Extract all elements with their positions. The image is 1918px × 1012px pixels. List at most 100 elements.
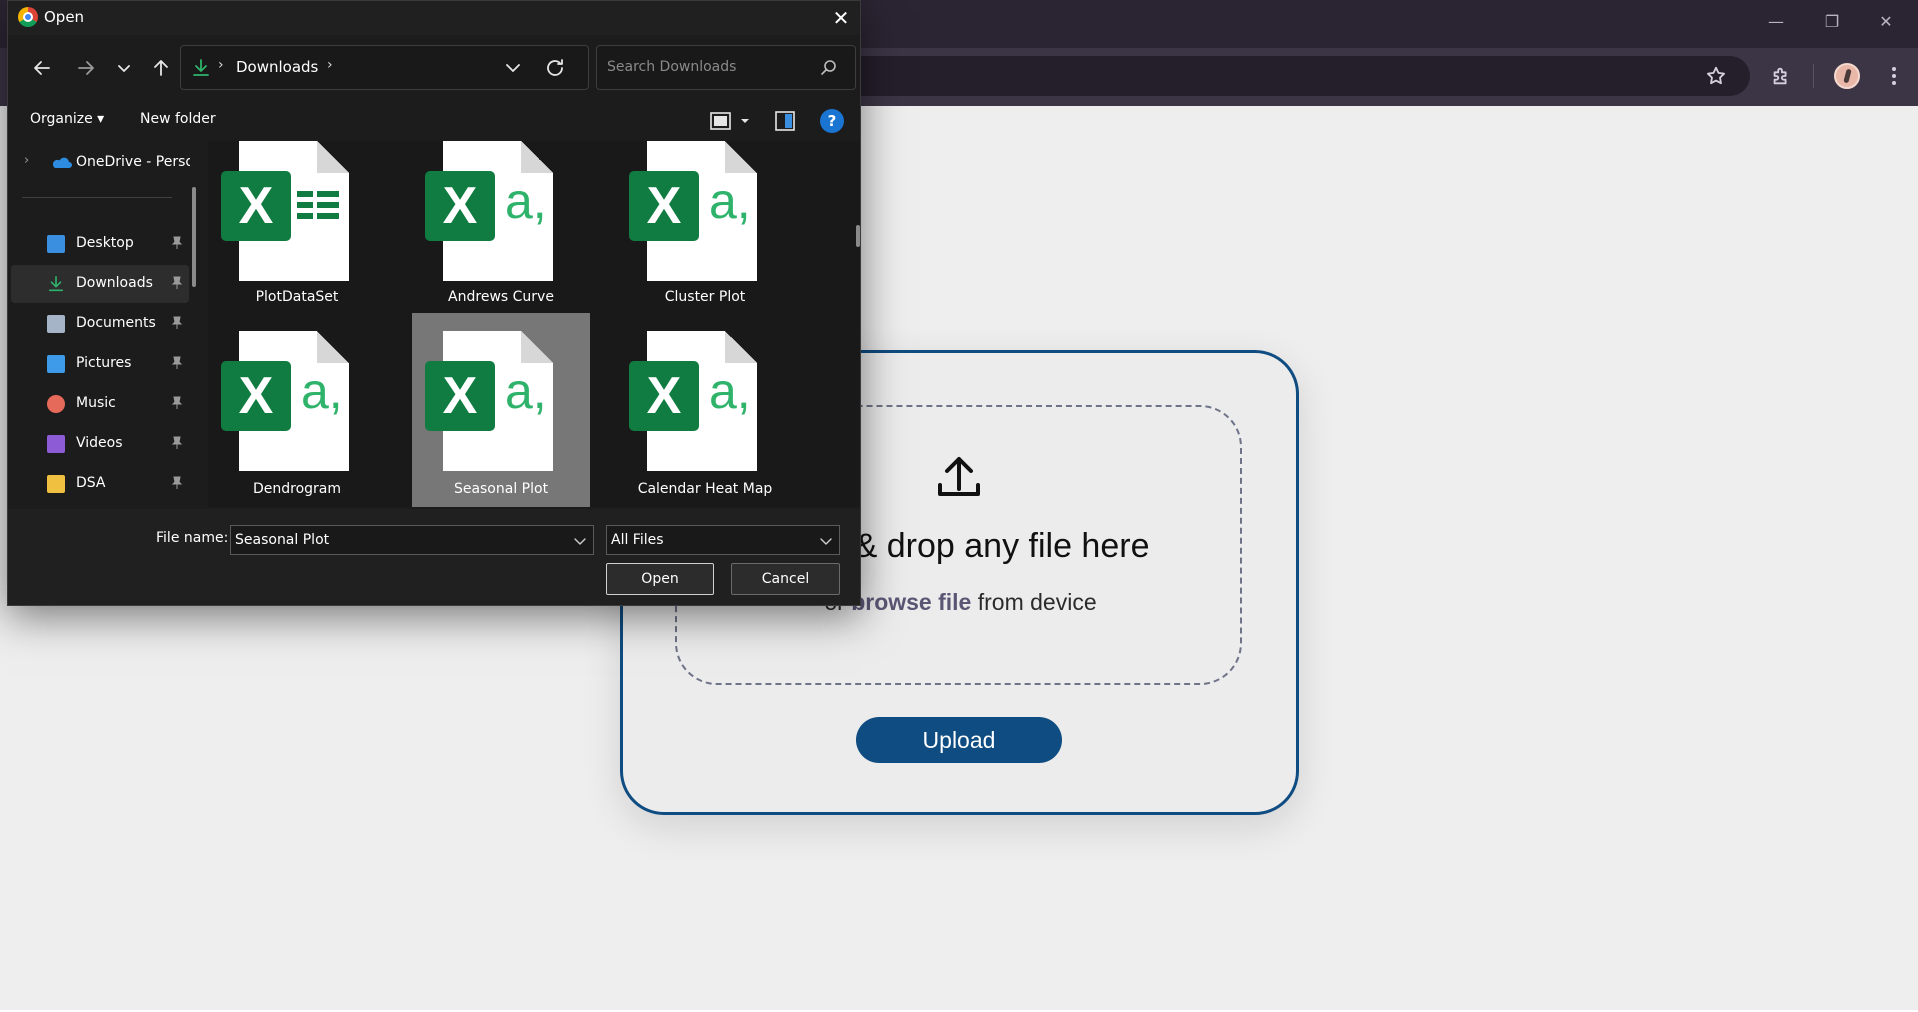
- downloads-icon: [47, 275, 65, 293]
- dialog-close-button[interactable]: ✕: [826, 4, 856, 32]
- search-icon[interactable]: [819, 58, 839, 78]
- browser-menu-button[interactable]: [1876, 58, 1912, 94]
- sidebar-item-label: Documents: [76, 315, 156, 331]
- music-icon: [47, 395, 65, 413]
- sidebar-item-label: Downloads: [76, 275, 153, 291]
- videos-icon: [47, 435, 65, 453]
- open-button[interactable]: Open: [606, 563, 714, 595]
- address-path-box[interactable]: › Downloads ›: [180, 45, 589, 90]
- pin-icon: [171, 396, 183, 409]
- sidebar-item-dsa[interactable]: DSA: [11, 465, 189, 503]
- sidebar-item-downloads[interactable]: Downloads: [11, 265, 189, 303]
- chevron-down-icon[interactable]: [501, 56, 525, 80]
- back-button[interactable]: [25, 51, 59, 85]
- minimize-button[interactable]: —: [1754, 8, 1798, 36]
- file-item[interactable]: Xa, Cluster Plot: [616, 141, 794, 305]
- change-view-icon[interactable]: [708, 109, 754, 133]
- pin-icon: [171, 316, 183, 329]
- file-name: PlotDataSet: [255, 289, 339, 305]
- open-file-dialog: Open ✕ › Downloads › Organize ▾ New fold…: [7, 0, 861, 606]
- sidebar-item-label: Videos: [76, 435, 123, 451]
- excel-csv-icon: Xa,: [425, 141, 553, 281]
- breadcrumb-downloads[interactable]: Downloads: [236, 58, 318, 76]
- address-bar[interactable]: [820, 56, 1750, 96]
- dialog-title: Open: [44, 8, 85, 26]
- chevron-down-icon: [118, 65, 130, 72]
- sidebar-item-label: Music: [76, 395, 116, 411]
- file-name: Seasonal Plot: [453, 481, 549, 497]
- file-type-select[interactable]: All Files: [606, 525, 840, 555]
- excel-logo: X: [629, 361, 699, 431]
- file-item[interactable]: Xa, Seasonal Plot: [412, 313, 590, 507]
- extensions-button[interactable]: [1763, 58, 1799, 94]
- download-icon: [193, 59, 209, 76]
- chevron-down-icon[interactable]: [573, 534, 587, 548]
- pin-icon: [171, 276, 183, 289]
- excel-logo: X: [221, 361, 291, 431]
- excel-logo: X: [425, 361, 495, 431]
- file-item[interactable]: X PlotDataSet: [208, 141, 386, 305]
- sidebar-item-desktop[interactable]: Desktop: [11, 225, 189, 263]
- file-item[interactable]: Xa, Andrews Curve: [412, 141, 590, 305]
- file-item[interactable]: Xa, Dendrogram: [208, 313, 386, 507]
- spreadsheet-grid-icon: [297, 191, 339, 221]
- pin-icon: [171, 356, 183, 369]
- organize-button[interactable]: Organize ▾: [30, 111, 104, 127]
- csv-glyph: a,: [709, 363, 751, 419]
- sidebar-item-pictures[interactable]: Pictures: [11, 345, 189, 383]
- file-list-scrollbar[interactable]: [856, 225, 860, 247]
- desktop-icon: [47, 235, 65, 253]
- excel-csv-icon: Xa,: [221, 331, 349, 471]
- chrome-icon: [18, 7, 38, 27]
- chevron-down-icon: [820, 538, 832, 545]
- forward-button[interactable]: [69, 51, 103, 85]
- pin-icon: [171, 476, 183, 489]
- search-box: [596, 45, 856, 90]
- upload-button[interactable]: Upload: [856, 717, 1062, 763]
- file-name-input[interactable]: [235, 532, 555, 548]
- excel-logo: X: [221, 171, 291, 241]
- documents-icon: [47, 315, 65, 333]
- nav-item-onedrive[interactable]: › OneDrive - Personal: [8, 147, 204, 177]
- help-button[interactable]: ?: [820, 109, 844, 133]
- sidebar-item-music[interactable]: Music: [11, 385, 189, 423]
- file-name-label: File name:: [156, 530, 229, 546]
- sidebar-item-documents[interactable]: Documents: [11, 305, 189, 343]
- star-icon: [1707, 66, 1725, 85]
- csv-glyph: a,: [301, 363, 343, 419]
- chevron-right-icon[interactable]: ›: [24, 153, 29, 168]
- profile-avatar[interactable]: [1834, 63, 1860, 89]
- sidebar-item-label: Pictures: [76, 355, 132, 371]
- arrow-up-icon: [154, 60, 168, 76]
- excel-spreadsheet-icon: X: [221, 141, 349, 281]
- nav-item-label: OneDrive - Personal: [76, 154, 190, 170]
- file-item[interactable]: Xa, Calendar Heat Map: [616, 313, 794, 507]
- recent-locations-button[interactable]: [107, 51, 141, 85]
- nav-divider: [22, 197, 172, 198]
- arrow-right-icon: [78, 61, 94, 75]
- search-input[interactable]: [607, 59, 807, 75]
- refresh-icon[interactable]: [543, 56, 567, 80]
- dialog-title-bar: Open ✕: [8, 1, 860, 35]
- breadcrumb-separator: ›: [218, 57, 224, 73]
- excel-csv-icon: Xa,: [425, 331, 553, 471]
- window-close-button[interactable]: ✕: [1864, 8, 1908, 36]
- file-name: Andrews Curve: [448, 289, 554, 305]
- csv-glyph: a,: [505, 363, 547, 419]
- toolbar-divider: [1813, 64, 1814, 88]
- browse-file-link[interactable]: browse file: [851, 589, 971, 615]
- file-name: Calendar Heat Map: [637, 481, 773, 497]
- csv-glyph: a,: [505, 173, 547, 229]
- bookmark-star-button[interactable]: [1698, 58, 1734, 94]
- cancel-button[interactable]: Cancel: [731, 563, 840, 595]
- folder-icon: [47, 475, 65, 493]
- restore-button[interactable]: ❐: [1810, 8, 1854, 36]
- new-folder-button[interactable]: New folder: [140, 111, 216, 127]
- browse-suffix: from device: [971, 589, 1097, 615]
- breadcrumb-separator[interactable]: ›: [327, 57, 333, 73]
- preview-pane-icon[interactable]: [773, 109, 797, 133]
- sidebar-item-videos[interactable]: Videos: [11, 425, 189, 463]
- pictures-icon: [47, 355, 65, 373]
- nav-scrollbar[interactable]: [192, 187, 196, 287]
- up-button[interactable]: [144, 51, 178, 85]
